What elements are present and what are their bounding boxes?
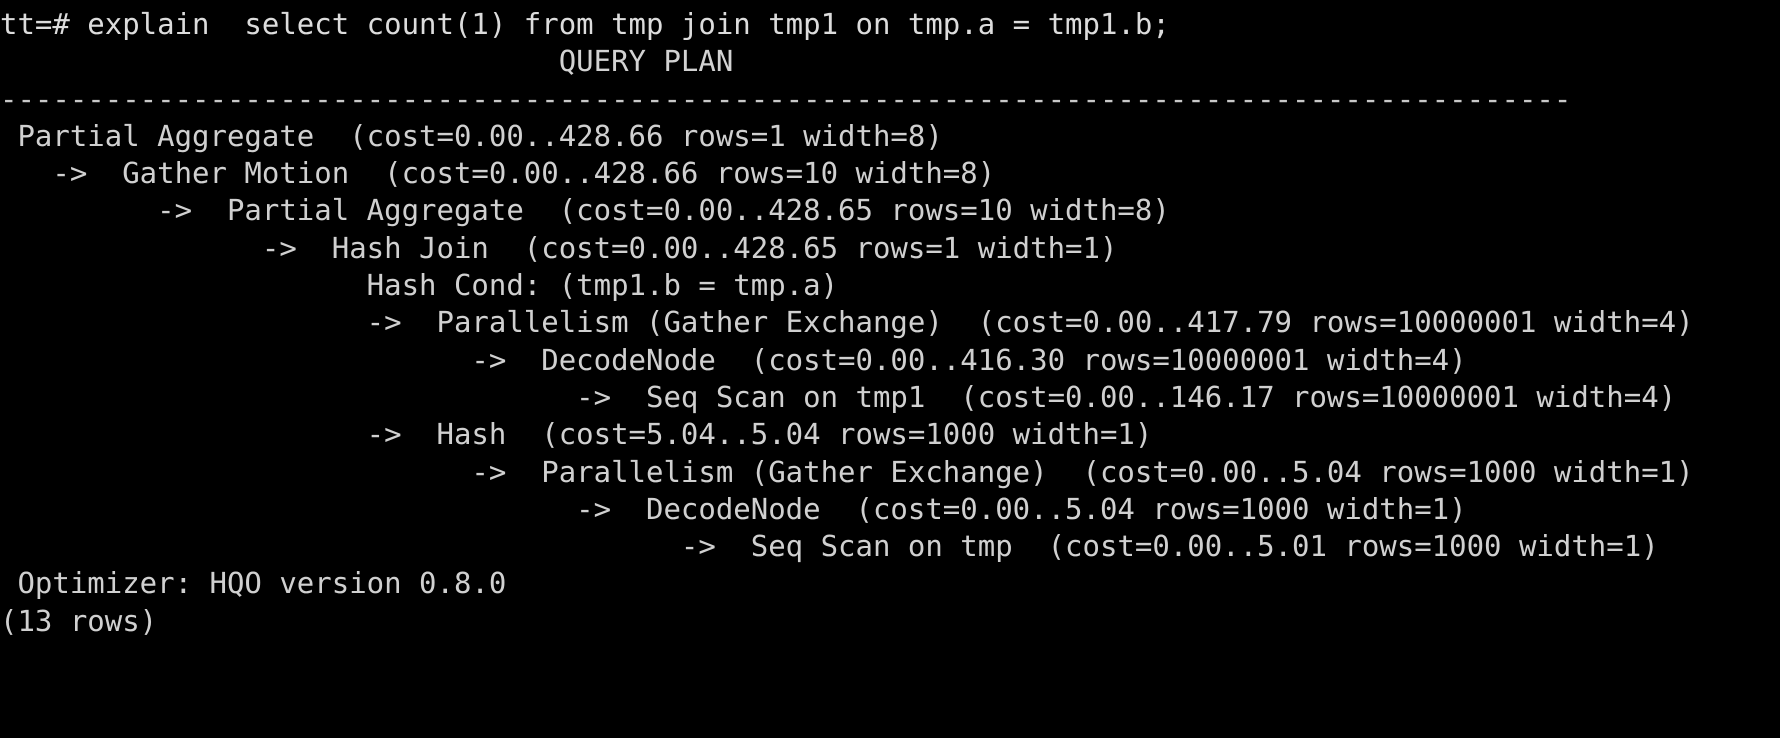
plan-node-parallelism-gather-exchange-probe: -> Parallelism (Gather Exchange) (cost=0… bbox=[0, 305, 1694, 340]
plan-node-partial-aggregate-inner: -> Partial Aggregate (cost=0.00..428.65 … bbox=[0, 193, 1170, 228]
plan-node-seq-scan-tmp1: -> Seq Scan on tmp1 (cost=0.00..146.17 r… bbox=[0, 379, 1677, 414]
plan-node-decodenode-probe: -> DecodeNode (cost=0.00..416.30 rows=10… bbox=[0, 342, 1467, 377]
query-plan-header: QUERY PLAN bbox=[0, 44, 734, 79]
plan-node-hash: -> Hash (cost=5.04..5.04 rows=1000 width… bbox=[0, 417, 1153, 452]
plan-detail-hash-cond: Hash Cond: (tmp1.b = tmp.a) bbox=[0, 268, 839, 303]
plan-node-partial-aggregate: Partial Aggregate (cost=0.00..428.66 row… bbox=[0, 118, 943, 153]
row-count-line: (13 rows) bbox=[0, 603, 158, 638]
command-prompt-line[interactable]: tt=# explain select count(1) from tmp jo… bbox=[0, 6, 1780, 43]
optimizer-line: Optimizer: HQO version 0.8.0 bbox=[0, 566, 507, 601]
plan-node-decodenode-build: -> DecodeNode (cost=0.00..5.04 rows=1000… bbox=[0, 491, 1467, 526]
plan-node-gather-motion: -> Gather Motion (cost=0.00..428.66 rows… bbox=[0, 156, 996, 191]
header-separator-rule: ----------------------------------------… bbox=[0, 81, 1572, 116]
terminal-screen[interactable]: tt=# explain select count(1) from tmp jo… bbox=[0, 0, 1780, 738]
plan-node-hash-join: -> Hash Join (cost=0.00..428.65 rows=1 w… bbox=[0, 230, 1118, 265]
terminal-window[interactable]: tt=# explain select count(1) from tmp jo… bbox=[0, 0, 1780, 738]
plan-node-seq-scan-tmp: -> Seq Scan on tmp (cost=0.00..5.01 rows… bbox=[0, 529, 1659, 564]
plan-node-parallelism-gather-exchange-build: -> Parallelism (Gather Exchange) (cost=0… bbox=[0, 454, 1694, 489]
